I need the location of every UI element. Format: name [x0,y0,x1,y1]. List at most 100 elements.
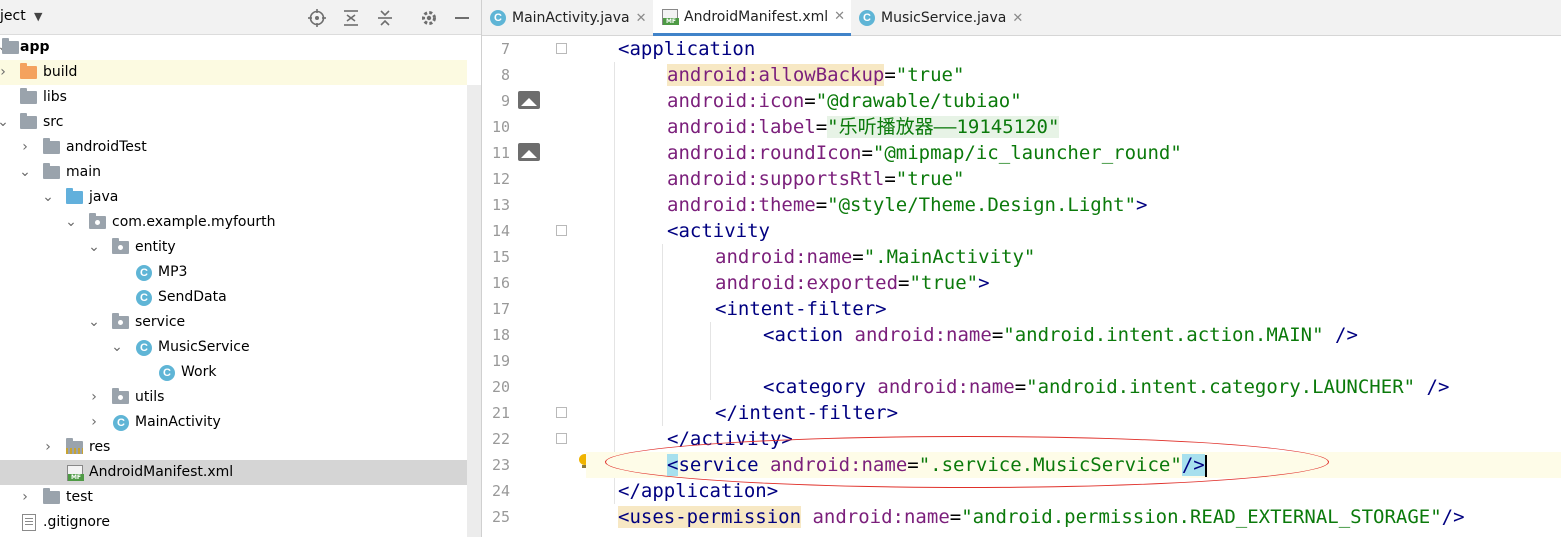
code-line-8: android:allowBackup="true" [667,64,965,86]
tree-item-package[interactable]: ⌄ com.example.myfourth [0,210,467,235]
folder-icon [20,113,37,129]
line-number: 13 [491,196,510,214]
tree-item-res[interactable]: › res [0,435,467,460]
resource-folder-icon [66,438,83,454]
tree-item-label: utils [135,389,165,405]
folder-icon [43,163,60,179]
tree-item-androidmanifest[interactable]: MF AndroidManifest.xml [0,460,467,485]
line-number: 9 [500,92,510,110]
project-panel-header: ject ▼ [0,0,481,35]
tree-item-mainactivity[interactable]: › C MainActivity [0,410,467,435]
tree-scrollbar[interactable] [467,85,481,537]
tree-item-utils[interactable]: › utils [0,385,467,410]
chevron-down-icon[interactable]: ⌄ [87,235,101,260]
crosshair-icon[interactable] [306,7,328,29]
line-number: 7 [500,40,510,58]
chevron-right-icon[interactable]: › [87,385,101,410]
chevron-down-icon[interactable]: ⌄ [64,210,78,235]
tree-item-label: MusicService [158,339,250,355]
code-line-12: android:supportsRtl="true" [667,168,965,190]
code-line-13: android:theme="@style/Theme.Design.Light… [667,194,1148,216]
expand-all-icon[interactable] [340,7,362,29]
tree-item-label: Work [181,364,217,380]
project-view-selector[interactable]: ject [0,8,26,24]
tree-item-label: build [43,64,78,80]
close-icon[interactable]: ✕ [1012,11,1023,26]
chevron-down-icon[interactable]: ⌄ [87,310,101,335]
chevron-down-icon[interactable]: ⌄ [41,185,55,210]
manifest-file-icon: MF [662,8,679,25]
chevron-down-icon[interactable]: ⌄ [110,335,124,360]
tree-item-main[interactable]: ⌄ main [0,160,467,185]
folder-icon [43,488,60,504]
tab-androidmanifest[interactable]: MF AndroidManifest.xml ✕ [653,0,851,36]
line-number: 24 [491,482,510,500]
chevron-down-icon[interactable]: ▼ [34,10,42,23]
chevron-right-icon[interactable]: › [18,135,32,160]
code-line-20: <category android:name="android.intent.c… [763,376,1450,398]
tree-item-musicservice[interactable]: ⌄ C MusicService [0,335,467,360]
tree-item-app[interactable]: ⌄ app [0,35,467,60]
class-icon: C [136,265,152,281]
chevron-down-icon[interactable]: ⌄ [0,110,10,135]
line-number: 21 [491,404,510,422]
chevron-right-icon[interactable]: › [18,485,32,510]
tree-item-label: test [66,489,93,505]
package-icon [112,238,129,254]
code-line-15: android:name=".MainActivity" [715,246,1036,268]
code-line-7: <application [618,38,756,60]
chevron-down-icon[interactable]: ⌄ [18,160,32,185]
tab-musicservice[interactable]: C MusicService.java ✕ [859,0,1029,36]
chevron-right-icon[interactable]: › [41,435,55,460]
folder-icon [20,88,37,104]
chevron-right-icon[interactable]: › [0,60,10,85]
tree-item-label: AndroidManifest.xml [89,464,234,480]
gear-icon[interactable] [418,7,440,29]
tree-item-entity[interactable]: ⌄ entity [0,235,467,260]
image-preview-icon[interactable] [518,143,540,161]
collapse-all-icon[interactable] [374,7,396,29]
line-number: 8 [500,66,510,84]
line-number: 11 [491,144,510,162]
tree-item-test[interactable]: › test [0,485,467,510]
tree-item-androidtest[interactable]: › androidTest [0,135,467,160]
image-preview-icon[interactable] [518,91,540,109]
code-line-17: <intent-filter> [715,298,887,320]
tree-item-service[interactable]: ⌄ service [0,310,467,335]
excluded-folder-icon [20,63,37,79]
tree-item-label: app [20,39,50,55]
tree-item-label: entity [135,239,176,255]
package-icon [112,313,129,329]
chevron-right-icon[interactable]: › [87,410,101,435]
fold-marker-icon[interactable] [556,433,567,444]
editor-tab-bar: C MainActivity.java ✕ MF AndroidManifest… [482,0,1561,36]
source-folder-icon [66,188,83,204]
fold-marker-icon[interactable] [556,407,567,418]
tree-item-build[interactable]: › build [0,60,467,85]
tab-mainactivity[interactable]: C MainActivity.java ✕ [490,0,653,36]
tree-item-senddata[interactable]: C SendData [0,285,467,310]
tree-item-java[interactable]: ⌄ java [0,185,467,210]
line-number: 19 [491,352,510,370]
close-icon[interactable]: ✕ [636,11,647,26]
tree-item-label: androidTest [66,139,147,155]
minimize-icon[interactable] [451,7,473,29]
tree-item-label: res [89,439,111,455]
code-line-25: <uses-permission android:name="android.p… [618,506,1465,528]
tree-item-src[interactable]: ⌄ src [0,110,467,135]
line-number: 15 [491,248,510,266]
code-line-14: <activity [667,220,770,242]
tree-item-label: libs [43,89,67,105]
tree-item-work[interactable]: C Work [0,360,467,385]
fold-marker-icon[interactable] [556,225,567,236]
class-icon: C [490,10,506,26]
tree-item-mp3[interactable]: C MP3 [0,260,467,285]
tree-item-label: java [89,189,119,205]
tree-item-gitignore[interactable]: .gitignore [0,510,467,535]
fold-marker-icon[interactable] [556,43,567,54]
tree-item-libs[interactable]: libs [0,85,467,110]
close-icon[interactable]: ✕ [834,9,845,24]
code-line-16: android:exported="true"> [715,272,990,294]
tree-item-label: SendData [158,289,227,305]
